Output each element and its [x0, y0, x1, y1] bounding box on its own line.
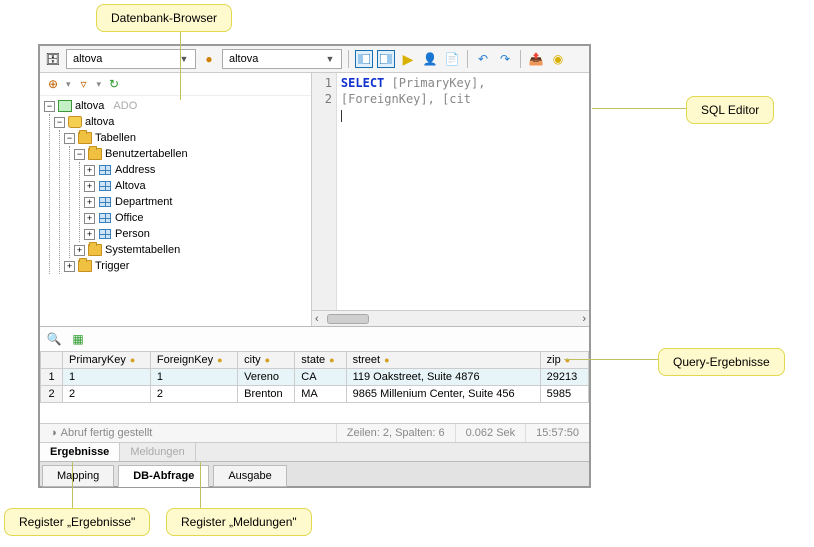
callout-db-browser: Datenbank-Browser: [96, 4, 232, 32]
expand-icon[interactable]: +: [84, 181, 95, 192]
find-icon[interactable]: 🔍: [45, 330, 63, 348]
dot-icon: ●: [200, 50, 218, 68]
run-cursor-icon[interactable]: 📄: [443, 50, 461, 68]
tree-table[interactable]: +Department: [84, 194, 307, 210]
schema-dropdown[interactable]: altova ▼: [222, 49, 342, 69]
tree-table[interactable]: +Address: [84, 162, 307, 178]
line-gutter: 1 2: [312, 73, 337, 310]
tree-root[interactable]: − altova ADO: [44, 98, 307, 114]
app-window: 🗄 altova ▼ ● altova ▼ ▶ 👤 📄 ↶ ↷ 📤 ◉ ⊕ ▾ …: [38, 44, 591, 488]
table-row[interactable]: 1 1 1 Vereno CA 119 Oakstreet, Suite 487…: [41, 369, 589, 386]
add-icon[interactable]: ⊕: [44, 75, 62, 93]
col-header: PrimaryKey●: [63, 352, 151, 369]
expand-icon[interactable]: +: [84, 197, 95, 208]
database-icon: 🗄: [44, 50, 62, 68]
chevron-down-icon: ▼: [323, 54, 337, 64]
folder-icon: [78, 132, 92, 144]
callout-query-results: Query-Ergebnisse: [658, 348, 785, 376]
browser-toolbar: ⊕ ▾ ▿ ▾ ↻: [40, 73, 311, 96]
results-grid[interactable]: PrimaryKey● ForeignKey● city● state● str…: [40, 351, 589, 403]
expand-icon[interactable]: +: [84, 213, 95, 224]
sql-editor: 1 2 SELECT [PrimaryKey], [ForeignKey], […: [312, 73, 589, 326]
collapse-icon[interactable]: −: [44, 101, 55, 112]
scroll-right-icon[interactable]: ›: [582, 313, 586, 325]
horizontal-scrollbar[interactable]: ‹ ›: [312, 310, 589, 326]
table-icon: [99, 181, 111, 191]
status-bar: ◑Abruf fertig gestellt Zeilen: 2, Spalte…: [40, 423, 589, 442]
col-header: zip●: [540, 352, 588, 369]
export-icon[interactable]: 📤: [527, 50, 545, 68]
expand-icon[interactable]: +: [84, 229, 95, 240]
tab-messages[interactable]: Meldungen: [120, 443, 195, 461]
expand-icon[interactable]: +: [74, 245, 85, 256]
table-row[interactable]: 2 2 2 Brenton MA 9865 Millenium Center, …: [41, 386, 589, 403]
filter-icon[interactable]: ▿: [75, 75, 93, 93]
tree-table[interactable]: +Altova: [84, 178, 307, 194]
layout-right-icon[interactable]: [377, 50, 395, 68]
table-icon: [99, 213, 111, 223]
tree-folder-user-tables[interactable]: − Benutzertabellen: [74, 146, 307, 162]
callout-sql-editor: SQL Editor: [686, 96, 774, 124]
col-header: ForeignKey●: [150, 352, 237, 369]
results-pane: 🔍 ▦ PrimaryKey● ForeignKey● city● state●…: [40, 326, 589, 461]
expand-icon[interactable]: +: [84, 165, 95, 176]
col-header: state●: [295, 352, 346, 369]
datasource-icon: [58, 100, 72, 112]
scroll-left-icon[interactable]: ‹: [315, 313, 319, 325]
tree-folder-sys-tables[interactable]: + Systemtabellen: [74, 242, 307, 258]
undo-icon[interactable]: ↶: [474, 50, 492, 68]
collapse-icon[interactable]: −: [54, 117, 65, 128]
tree-database[interactable]: − altova: [54, 114, 307, 130]
folder-icon: [78, 260, 92, 272]
inner-tabs: Ergebnisse Meldungen: [40, 442, 589, 461]
run-icon[interactable]: ▶: [399, 50, 417, 68]
sql-editor-text[interactable]: 1 2 SELECT [PrimaryKey], [ForeignKey], […: [312, 73, 589, 310]
refresh-icon[interactable]: ↻: [105, 75, 123, 93]
tab-db-query[interactable]: DB-Abfrage: [118, 465, 209, 487]
tree-view[interactable]: − altova ADO − altova − Tabellen: [40, 96, 311, 276]
tree-table[interactable]: +Office: [84, 210, 307, 226]
folder-icon: [88, 148, 102, 160]
col-header: street●: [346, 352, 540, 369]
connection-dropdown[interactable]: altova ▼: [66, 49, 196, 69]
database-browser: ⊕ ▾ ▿ ▾ ↻ − altova ADO − altova: [40, 73, 312, 326]
expand-icon[interactable]: +: [64, 261, 75, 272]
collapse-icon[interactable]: −: [64, 133, 75, 144]
callout-tab-results: Register „Ergebnisse": [4, 508, 150, 536]
run-user-icon[interactable]: 👤: [421, 50, 439, 68]
tab-results[interactable]: Ergebnisse: [40, 443, 120, 461]
table-icon: [99, 165, 111, 175]
collapse-icon[interactable]: −: [74, 149, 85, 160]
tree-folder-trigger[interactable]: + Trigger: [64, 258, 307, 274]
table-icon: [99, 197, 111, 207]
redo-icon[interactable]: ↷: [496, 50, 514, 68]
tree-table[interactable]: +Person: [84, 226, 307, 242]
layout-left-icon[interactable]: [355, 50, 373, 68]
col-header: city●: [238, 352, 295, 369]
database-icon: [68, 116, 82, 128]
tab-mapping[interactable]: Mapping: [42, 465, 114, 487]
tab-output[interactable]: Ausgabe: [213, 465, 286, 487]
table-icon: [99, 229, 111, 239]
callout-tab-messages: Register „Meldungen": [166, 508, 312, 536]
top-toolbar: 🗄 altova ▼ ● altova ▼ ▶ 👤 📄 ↶ ↷ 📤 ◉: [40, 46, 589, 73]
settings-icon[interactable]: ◉: [549, 50, 567, 68]
folder-icon: [88, 244, 102, 256]
copy-grid-icon[interactable]: ▦: [69, 330, 87, 348]
outer-tabs: Mapping DB-Abfrage Ausgabe: [40, 461, 589, 486]
text-cursor: [341, 110, 342, 122]
tree-folder-tables[interactable]: − Tabellen: [64, 130, 307, 146]
